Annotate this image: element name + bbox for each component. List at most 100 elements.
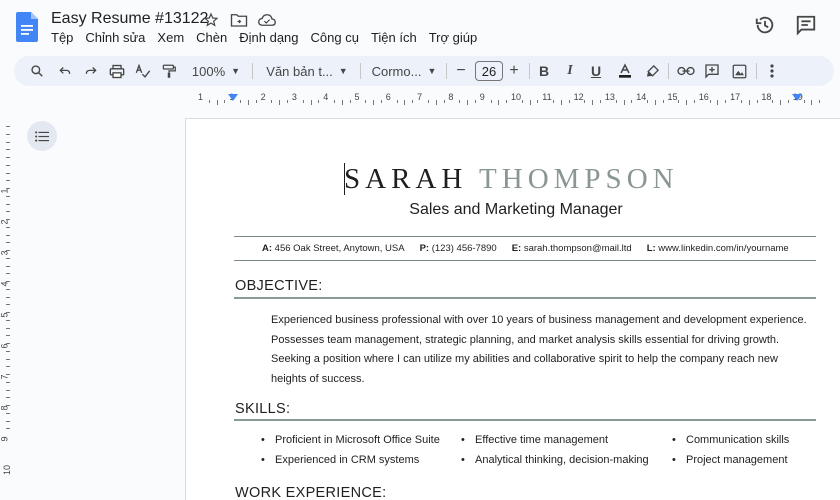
version-history-icon[interactable] <box>754 14 776 36</box>
vruler-tick <box>6 195 10 197</box>
ruler-tick <box>678 100 680 103</box>
ruler-tick <box>349 100 351 103</box>
menu-insert[interactable]: Chèn <box>190 30 233 45</box>
ruler-tick <box>772 100 774 103</box>
resume-name[interactable]: SARAH THOMPSON <box>344 163 679 196</box>
ruler-tick <box>498 100 500 105</box>
ruler-tick <box>396 100 398 103</box>
menu-tools[interactable]: Công cụ <box>305 30 365 45</box>
objective-paragraph[interactable]: Experienced business professional with o… <box>271 311 831 389</box>
vruler-tick <box>6 219 10 220</box>
vruler-tick <box>6 366 10 368</box>
italic-icon[interactable]: I <box>561 61 579 81</box>
font-size-input-wrap[interactable]: 26 <box>475 61 503 81</box>
ruler-tick <box>623 100 625 105</box>
chevron-down-icon: ▼ <box>231 66 241 76</box>
ruler-tick <box>709 100 711 103</box>
print-icon[interactable] <box>108 61 126 81</box>
menu-extensions[interactable]: Tiện ích <box>365 30 423 45</box>
ruler-number: 5 <box>354 92 360 102</box>
ruler-tick <box>803 100 805 103</box>
ruler-number: 1 <box>198 92 204 102</box>
redo-icon[interactable] <box>82 61 100 81</box>
menu-file[interactable]: Tệp <box>45 30 79 45</box>
text-color-icon[interactable] <box>615 61 635 81</box>
docs-logo-icon[interactable] <box>16 12 38 42</box>
font-select[interactable]: Cormo... ▼ <box>371 61 437 81</box>
document-outline-button[interactable] <box>27 121 57 151</box>
ruler-tick <box>560 100 562 105</box>
contact-phone: P: (123) 456-7890 <box>419 243 497 254</box>
ruler-tick <box>255 100 257 103</box>
menu-edit[interactable]: Chỉnh sửa <box>79 30 151 45</box>
vruler-tick <box>6 397 10 399</box>
contact-linkedin: L: www.linkedin.com/in/yourname <box>646 243 789 254</box>
insert-link-icon[interactable] <box>676 61 696 81</box>
document-title[interactable]: Easy Resume #13122 <box>51 10 208 28</box>
skills-heading[interactable]: SKILLS: <box>235 401 290 417</box>
cloud-saved-icon[interactable] <box>257 10 277 30</box>
increase-font-size-button[interactable]: + <box>506 61 522 81</box>
horizontal-ruler[interactable]: 112345678910111213141516171819 <box>185 90 840 106</box>
ruler-tick <box>365 100 367 103</box>
toolbar-divider <box>252 63 253 79</box>
document-page[interactable]: SARAH THOMPSON Sales and Marketing Manag… <box>185 118 840 500</box>
vruler-number: 8 <box>0 405 10 411</box>
objective-line: Experienced business professional with o… <box>271 314 807 326</box>
vruler-tick <box>6 343 10 344</box>
contact-line[interactable]: A: 456 Oak Street, Anytown, USA P: (123)… <box>262 243 789 254</box>
undo-icon[interactable] <box>56 61 74 81</box>
right-indent-marker[interactable] <box>792 94 802 102</box>
ruler-tick <box>748 100 750 105</box>
vruler-tick <box>6 389 10 391</box>
ruler-tick <box>216 100 218 105</box>
paragraph-style-select[interactable]: Văn bản t... ▼ <box>263 61 351 81</box>
move-folder-icon[interactable] <box>229 10 249 30</box>
vruler-tick <box>6 412 10 414</box>
spellcheck-icon[interactable] <box>134 61 152 81</box>
add-comment-icon[interactable] <box>703 61 721 81</box>
ruler-number: 7 <box>417 92 423 102</box>
insert-image-icon[interactable] <box>730 61 748 81</box>
vruler-number: 2 <box>0 219 10 225</box>
job-title[interactable]: Sales and Marketing Manager <box>186 201 840 219</box>
star-icon[interactable] <box>201 10 221 30</box>
vruler-tick <box>6 141 10 143</box>
paint-format-icon[interactable] <box>160 61 178 81</box>
vruler-tick <box>6 211 10 213</box>
bold-icon[interactable]: B <box>535 61 553 81</box>
highlight-color-icon[interactable] <box>643 61 661 81</box>
vruler-number: 10 <box>2 464 13 476</box>
menu-format[interactable]: Định dạng <box>233 30 304 45</box>
work-experience-heading[interactable]: WORK EXPERIENCE: <box>235 485 386 500</box>
ruler-tick <box>740 100 742 103</box>
menu-bar: Tệp Chỉnh sửa Xem Chèn Định dạng Công cụ… <box>45 30 483 45</box>
underline-icon[interactable]: U <box>587 61 605 81</box>
ruler-tick <box>811 100 813 105</box>
objective-heading[interactable]: OBJECTIVE: <box>235 278 323 294</box>
vruler-tick <box>6 420 10 422</box>
ruler-tick <box>287 100 289 103</box>
vruler-tick <box>6 133 10 135</box>
ruler-tick <box>647 100 649 103</box>
decrease-font-size-button[interactable]: − <box>453 61 469 81</box>
ruler-number: 3 <box>291 92 297 102</box>
font-size-input[interactable]: 26 <box>475 61 503 81</box>
more-options-icon[interactable] <box>765 61 779 81</box>
ruler-tick <box>247 100 249 105</box>
toolbar-divider <box>529 63 530 79</box>
toolbar-divider <box>446 63 447 79</box>
vruler-number: 3 <box>0 250 10 256</box>
section-divider <box>234 297 816 299</box>
ruler-number: 13 <box>604 92 615 102</box>
comments-icon[interactable] <box>795 14 817 36</box>
search-menus-icon[interactable] <box>28 61 46 81</box>
zoom-select[interactable]: 100% ▼ <box>190 61 242 81</box>
ruler-tick <box>224 100 226 103</box>
ruler-tick <box>819 100 821 103</box>
ruler-tick <box>553 100 555 103</box>
menu-view[interactable]: Xem <box>151 30 190 45</box>
vertical-ruler[interactable]: 1 2 3 4 5 6 7 8 9 10 <box>0 118 12 500</box>
left-indent-marker[interactable] <box>228 94 238 102</box>
menu-help[interactable]: Trợ giúp <box>423 30 484 45</box>
